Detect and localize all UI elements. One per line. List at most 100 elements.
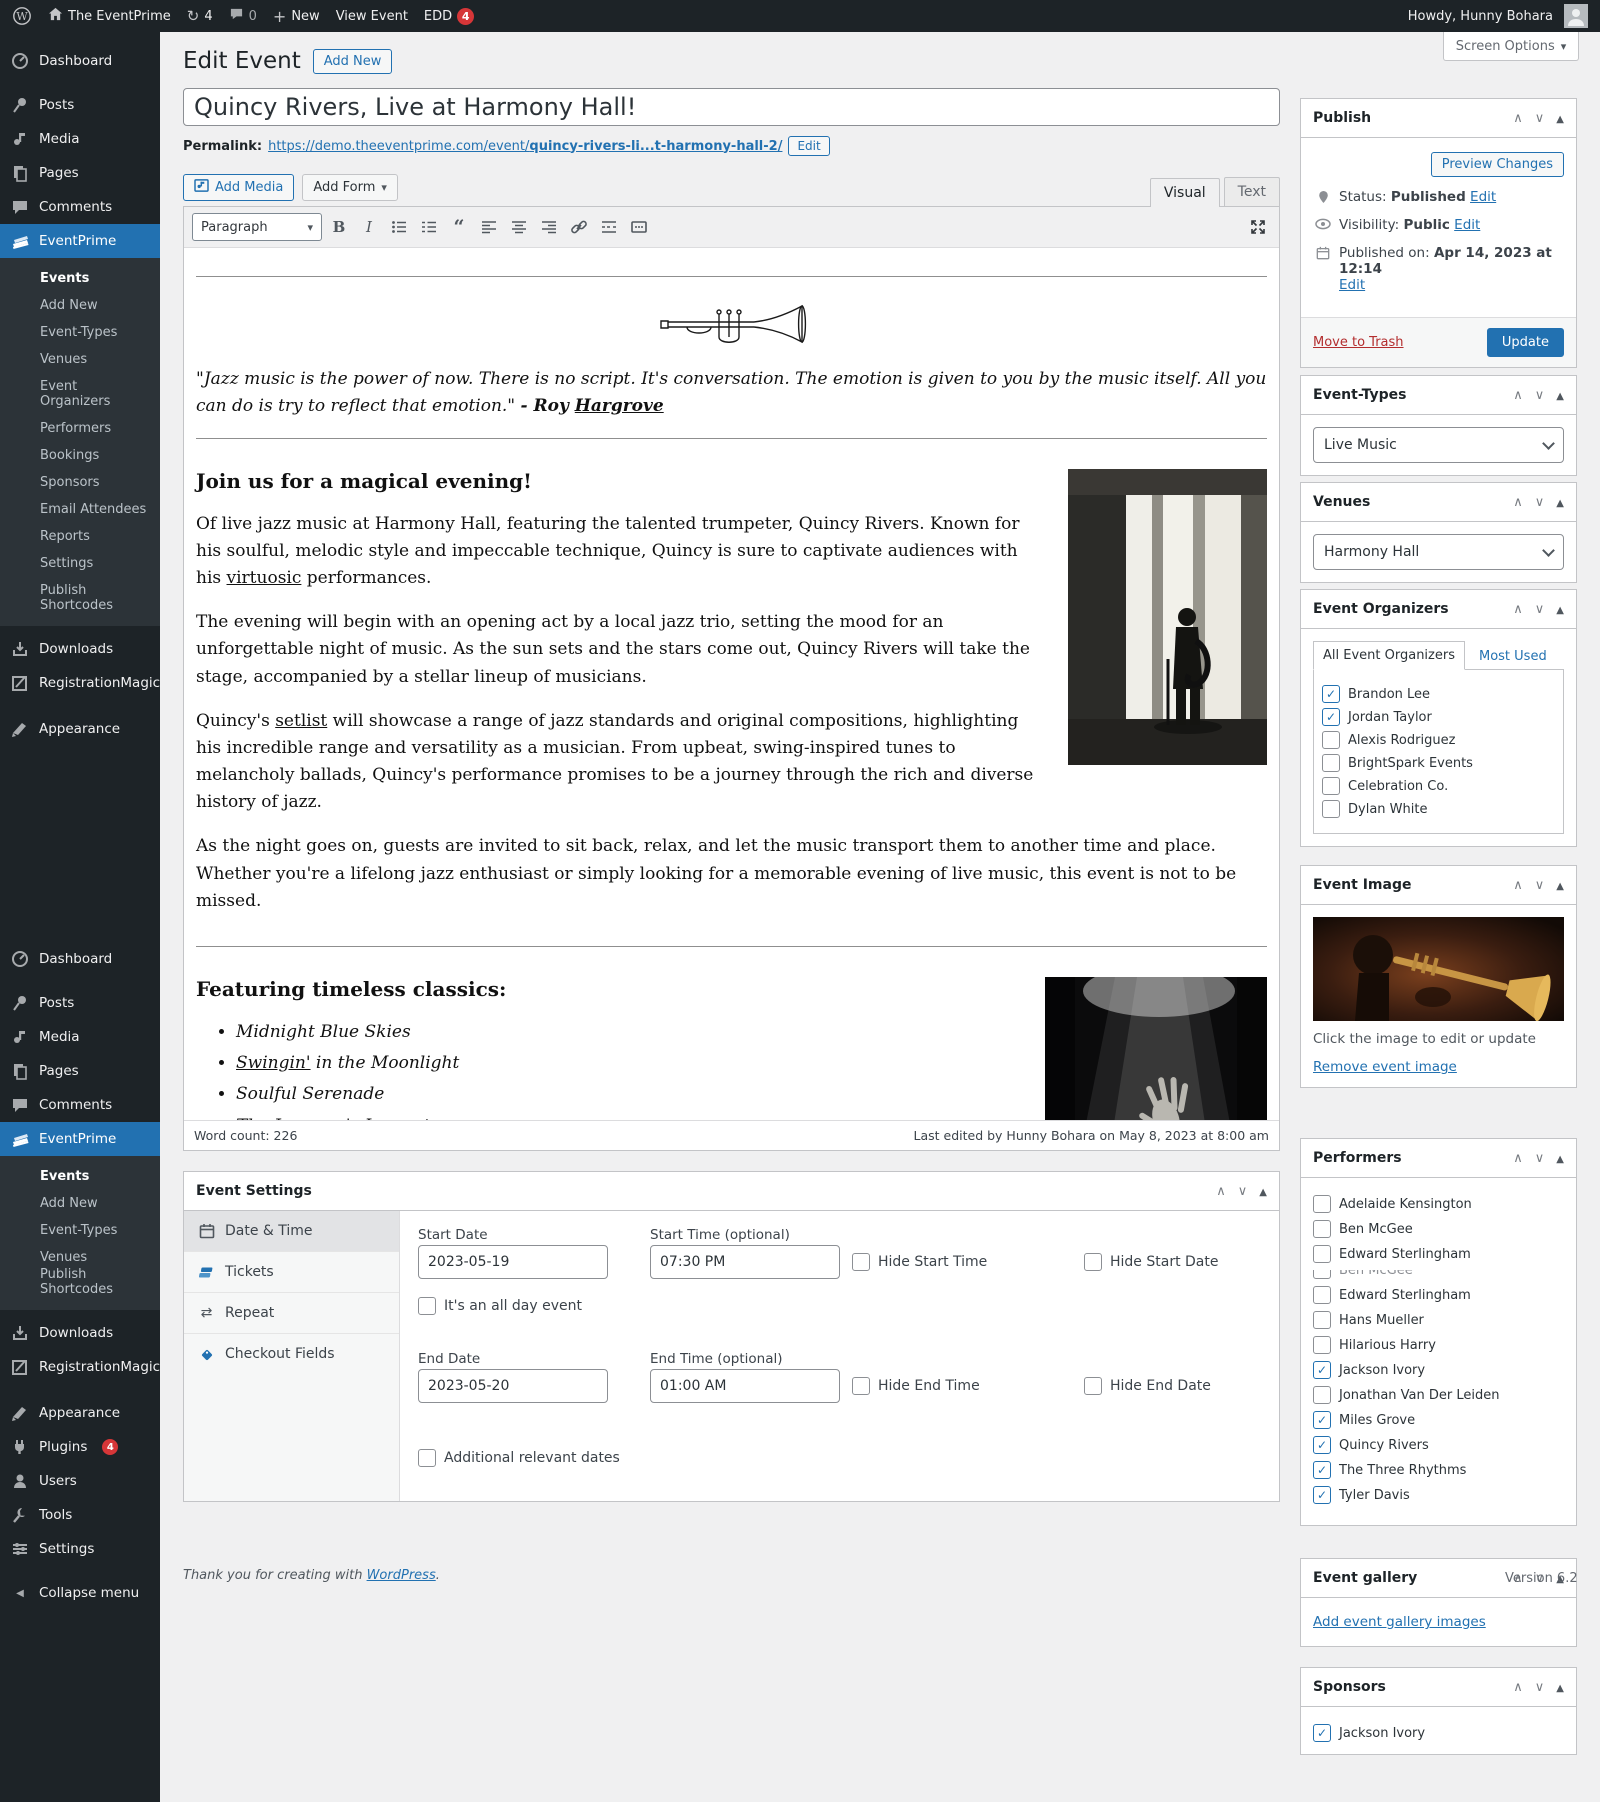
- align-right-button[interactable]: [536, 214, 562, 240]
- sidebar-item-appearance-2[interactable]: Appearance: [0, 1396, 160, 1430]
- event-featured-image[interactable]: [1313, 917, 1564, 1021]
- link-button[interactable]: [566, 214, 592, 240]
- performer-checkbox[interactable]: Quincy Rivers: [1313, 1436, 1564, 1454]
- hide-end-time-checkbox[interactable]: Hide End Time: [852, 1377, 980, 1395]
- sidebar-subitem-bookings[interactable]: Bookings: [0, 442, 160, 469]
- move-down-icon[interactable]: [1535, 878, 1545, 893]
- align-center-button[interactable]: [506, 214, 532, 240]
- more-tag-button[interactable]: [596, 214, 622, 240]
- sidebar-subitem-venues-2[interactable]: Venues: [0, 1244, 160, 1261]
- performer-checkbox[interactable]: Jonathan Van Der Leiden: [1313, 1386, 1564, 1404]
- add-new-button[interactable]: Add New: [313, 49, 393, 74]
- collapse-toggle-icon[interactable]: [1556, 878, 1564, 893]
- screen-options-tab[interactable]: Screen Options: [1443, 32, 1579, 61]
- performer-checkbox[interactable]: Miles Grove: [1313, 1411, 1564, 1429]
- howdy-account-menu[interactable]: Howdy, Hunny Bohara: [1408, 4, 1588, 28]
- sidebar-item-collapse-menu[interactable]: Collapse menu: [0, 1576, 160, 1610]
- hide-start-time-checkbox[interactable]: Hide Start Time: [852, 1253, 987, 1271]
- performer-checkbox[interactable]: Hilarious Harry: [1313, 1336, 1564, 1354]
- sidebar-subitem-sponsors[interactable]: Sponsors: [0, 469, 160, 496]
- all-day-checkbox[interactable]: It's an all day event: [418, 1297, 582, 1315]
- collapse-toggle-icon[interactable]: [1556, 388, 1564, 403]
- wordpress-link[interactable]: WordPress: [367, 1568, 436, 1583]
- collapse-toggle-icon[interactable]: [1556, 1151, 1564, 1166]
- tab-most-used[interactable]: Most Used: [1479, 643, 1547, 670]
- move-down-icon[interactable]: [1535, 1151, 1545, 1166]
- sidebar-subitem-reports[interactable]: Reports: [0, 523, 160, 550]
- sidebar-item-comments-2[interactable]: Comments: [0, 1088, 160, 1122]
- sidebar-item-appearance[interactable]: Appearance: [0, 712, 160, 746]
- sidebar-item-posts-2[interactable]: Posts: [0, 986, 160, 1020]
- end-date-input[interactable]: [418, 1369, 608, 1403]
- sidebar-item-dashboard[interactable]: Dashboard: [0, 44, 160, 78]
- sidebar-item-plugins[interactable]: Plugins 4: [0, 1430, 160, 1464]
- sidebar-subitem-add-new-2[interactable]: Add New: [0, 1190, 160, 1217]
- sidebar-item-users[interactable]: Users: [0, 1464, 160, 1498]
- collapse-toggle-icon[interactable]: [1556, 495, 1564, 510]
- sidebar-item-pages-2[interactable]: Pages: [0, 1054, 160, 1088]
- end-time-input[interactable]: [650, 1369, 840, 1403]
- sidebar-item-eventprime[interactable]: EventPrime: [0, 224, 160, 258]
- move-up-icon[interactable]: [1216, 1184, 1226, 1199]
- bullet-list-button[interactable]: [386, 214, 412, 240]
- performer-checkbox[interactable]: Edward Sterlingham: [1313, 1245, 1564, 1263]
- sidebar-subitem-events-2[interactable]: Events: [0, 1163, 160, 1190]
- align-left-button[interactable]: [476, 214, 502, 240]
- organizer-checkbox[interactable]: Brandon Lee: [1322, 685, 1555, 703]
- tab-visual[interactable]: Visual: [1150, 178, 1220, 207]
- performer-checkbox[interactable]: Ben McGee: [1313, 1220, 1564, 1238]
- tab-all-organizers[interactable]: All Event Organizers: [1313, 641, 1465, 670]
- blockquote-button[interactable]: “: [446, 214, 472, 240]
- move-down-icon[interactable]: [1535, 602, 1545, 617]
- organizer-checkbox[interactable]: Celebration Co.: [1322, 777, 1555, 795]
- sidebar-item-settings[interactable]: Settings: [0, 1532, 160, 1566]
- sidebar-subitem-add-new[interactable]: Add New: [0, 292, 160, 319]
- sidebar-item-pages[interactable]: Pages: [0, 156, 160, 190]
- performer-checkbox[interactable]: Tyler Davis: [1313, 1486, 1564, 1504]
- move-up-icon[interactable]: [1513, 495, 1523, 510]
- bold-button[interactable]: B: [326, 214, 352, 240]
- paragraph-format-dropdown[interactable]: Paragraph: [192, 213, 322, 241]
- sponsor-checkbox[interactable]: Jackson Ivory: [1313, 1724, 1564, 1742]
- tab-tickets[interactable]: Tickets: [184, 1252, 399, 1293]
- update-button[interactable]: Update: [1487, 328, 1564, 357]
- comments-menu[interactable]: 0: [229, 7, 257, 25]
- italic-button[interactable]: I: [356, 214, 382, 240]
- edit-status-link[interactable]: Edit: [1470, 189, 1496, 205]
- sidebar-item-eventprime-2[interactable]: EventPrime: [0, 1122, 160, 1156]
- fullscreen-button[interactable]: [1245, 214, 1271, 240]
- toolbar-toggle-button[interactable]: [626, 214, 652, 240]
- sidebar-subitem-email-attendees[interactable]: Email Attendees: [0, 496, 160, 523]
- edd-menu[interactable]: EDD 4: [424, 8, 474, 25]
- add-form-dropdown[interactable]: Add Form: [302, 174, 398, 201]
- sidebar-item-dashboard-2[interactable]: Dashboard: [0, 942, 160, 976]
- tab-text[interactable]: Text: [1224, 177, 1280, 206]
- tab-repeat[interactable]: Repeat: [184, 1293, 399, 1334]
- tab-date-time[interactable]: Date & Time: [184, 1211, 399, 1252]
- start-time-input[interactable]: [650, 1245, 840, 1279]
- performer-checkbox[interactable]: Adelaide Kensington: [1313, 1195, 1564, 1213]
- sidebar-subitem-settings[interactable]: Settings: [0, 550, 160, 577]
- performer-checkbox[interactable]: Edward Sterlingham: [1313, 1286, 1564, 1304]
- move-to-trash-link[interactable]: Move to Trash: [1313, 335, 1404, 350]
- move-down-icon[interactable]: [1535, 495, 1545, 510]
- remove-event-image-link[interactable]: Remove event image: [1313, 1059, 1457, 1075]
- permalink-link[interactable]: https://demo.theeventprime.com/event/qui…: [268, 139, 782, 154]
- sidebar-item-comments[interactable]: Comments: [0, 190, 160, 224]
- new-content-menu[interactable]: New: [273, 7, 320, 26]
- move-up-icon[interactable]: [1513, 1151, 1523, 1166]
- start-date-input[interactable]: [418, 1245, 608, 1279]
- add-gallery-images-link[interactable]: Add event gallery images: [1313, 1614, 1486, 1630]
- organizer-checkbox[interactable]: BrightSpark Events: [1322, 754, 1555, 772]
- hide-start-date-checkbox[interactable]: Hide Start Date: [1084, 1253, 1218, 1271]
- sidebar-subitem-performers[interactable]: Performers: [0, 415, 160, 442]
- sidebar-subitem-event-types[interactable]: Event-Types: [0, 319, 160, 346]
- view-event-link[interactable]: View Event: [336, 9, 408, 24]
- sidebar-subitem-venues[interactable]: Venues: [0, 346, 160, 373]
- collapse-toggle-icon[interactable]: [1259, 1184, 1267, 1199]
- organizer-checkbox[interactable]: Alexis Rodriguez: [1322, 731, 1555, 749]
- preview-changes-button[interactable]: Preview Changes: [1431, 152, 1564, 177]
- wordpress-logo-icon[interactable]: W: [12, 6, 32, 26]
- performer-checkbox[interactable]: Hans Mueller: [1313, 1311, 1564, 1329]
- sidebar-item-downloads[interactable]: Downloads: [0, 632, 160, 666]
